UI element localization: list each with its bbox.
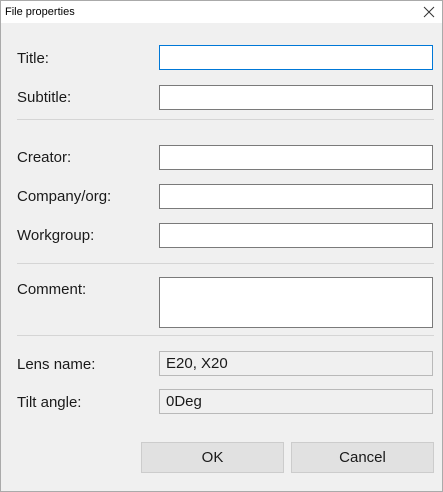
creator-label: Creator:	[17, 149, 72, 166]
title-label: Title:	[17, 50, 49, 67]
comment-field[interactable]	[159, 277, 433, 328]
separator	[17, 335, 434, 336]
subtitle-field[interactable]	[159, 85, 433, 110]
title-field[interactable]	[159, 45, 433, 70]
file-properties-dialog: File properties Title: Subtitle: Creator…	[0, 0, 443, 492]
company-field[interactable]	[159, 184, 433, 209]
lens-name-field	[159, 351, 433, 376]
dialog-body: Title: Subtitle: Creator: Company/org: W…	[1, 23, 442, 491]
close-button[interactable]	[416, 1, 442, 23]
subtitle-label: Subtitle:	[17, 89, 72, 106]
tilt-angle-field	[159, 389, 433, 414]
separator	[17, 263, 434, 264]
close-icon	[423, 6, 435, 18]
window-title: File properties	[5, 6, 75, 18]
separator	[17, 119, 434, 120]
workgroup-label: Workgroup:	[17, 227, 95, 244]
comment-label: Comment:	[17, 281, 87, 298]
tilt-angle-label: Tilt angle:	[17, 394, 82, 411]
creator-field[interactable]	[159, 145, 433, 170]
title-bar[interactable]: File properties	[1, 1, 442, 23]
lens-name-label: Lens name:	[17, 356, 96, 373]
workgroup-field[interactable]	[159, 223, 433, 248]
cancel-button[interactable]: Cancel	[291, 442, 434, 473]
company-label: Company/org:	[17, 188, 112, 205]
ok-button[interactable]: OK	[141, 442, 284, 473]
